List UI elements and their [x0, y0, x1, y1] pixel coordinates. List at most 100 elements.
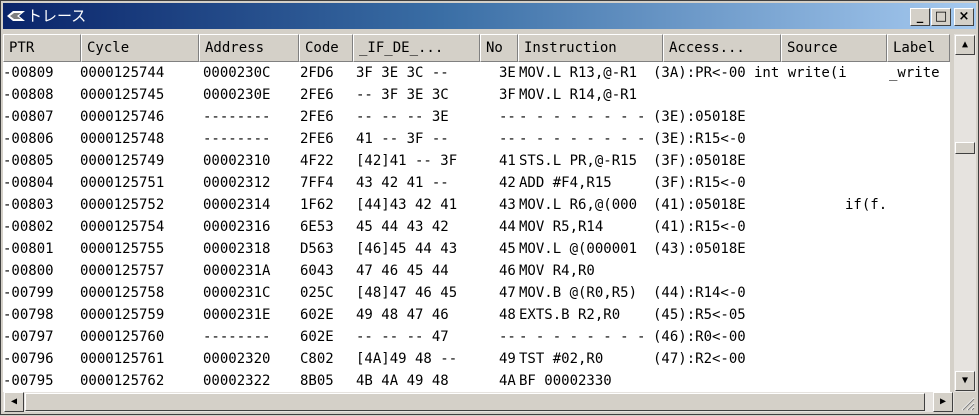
- trace-row[interactable]: -00801 0000125755 00002318 D563 [46]45 4…: [3, 238, 950, 260]
- column-header-cycle[interactable]: Cycle: [81, 34, 199, 62]
- access-cell: (3E):R15<-0: [653, 131, 746, 147]
- cycle-cell: 0000125749: [80, 153, 165, 169]
- address-cell: 00002316: [203, 219, 271, 235]
- ptr-cell: -00801: [3, 241, 54, 257]
- scroll-left-button[interactable]: ◀: [4, 392, 24, 412]
- cycle-cell: 0000125755: [80, 241, 165, 257]
- scroll-down-button[interactable]: ▼: [955, 371, 975, 391]
- trace-row[interactable]: -00802 0000125754 00002316 6E53 45 44 43…: [3, 216, 950, 238]
- access-cell: (3F):05018E: [653, 153, 746, 169]
- app-icon: [7, 11, 25, 21]
- trace-row[interactable]: -00798 0000125759 0000231E 602E 49 48 47…: [3, 304, 950, 326]
- instruction-cell: - - - - - - - -: [519, 109, 646, 125]
- scroll-right-button[interactable]: ▶: [933, 392, 953, 412]
- address-cell: 00002310: [203, 153, 271, 169]
- address-cell: 00002312: [203, 175, 271, 191]
- if-de-cell: 4B 4A 49 48: [356, 373, 449, 389]
- column-header-address[interactable]: Address: [199, 34, 299, 62]
- code-cell: 2FE6: [300, 87, 334, 103]
- column-header-instruction[interactable]: Instruction: [518, 34, 663, 62]
- close-button[interactable]: ×: [954, 8, 974, 26]
- code-cell: 7FF4: [300, 175, 334, 191]
- column-header-if-de[interactable]: _IF_DE_...: [353, 34, 480, 62]
- ptr-cell: -00805: [3, 153, 54, 169]
- resize-grip-icon: [961, 397, 975, 411]
- instruction-cell: MOV R4,R0: [519, 263, 595, 279]
- no-cell: 42: [499, 175, 516, 191]
- title-bar[interactable]: トレース _ □ ×: [3, 3, 976, 29]
- ptr-cell: -00799: [3, 285, 54, 301]
- access-cell: (44):R14<-0: [653, 285, 746, 301]
- column-header-bar: PTR Cycle Address Code _IF_DE_... No Ins…: [3, 34, 950, 62]
- column-header-code[interactable]: Code: [299, 34, 353, 62]
- horizontal-scroll-thumb[interactable]: [25, 393, 925, 411]
- column-header-no[interactable]: No: [480, 34, 518, 62]
- cycle-cell: 0000125758: [80, 285, 165, 301]
- column-header-access[interactable]: Access...: [663, 34, 781, 62]
- if-de-cell: 3F 3E 3C --: [356, 65, 449, 81]
- access-cell: (43):05018E: [653, 241, 746, 257]
- ptr-cell: -00808: [3, 87, 54, 103]
- trace-row[interactable]: -00806 0000125748 -------- 2FE6 41 -- 3F…: [3, 128, 950, 150]
- code-cell: 2FE6: [300, 109, 334, 125]
- if-de-cell: -- -- -- 3E: [356, 109, 449, 125]
- minimize-button[interactable]: _: [910, 8, 930, 26]
- trace-row[interactable]: -00809 0000125744 0000230C 2FD6 3F 3E 3C…: [3, 62, 950, 84]
- trace-row[interactable]: -00803 0000125752 00002314 1F62 [44]43 4…: [3, 194, 950, 216]
- cycle-cell: 0000125748: [80, 131, 165, 147]
- horizontal-scrollbar[interactable]: ◀ ▶: [3, 392, 954, 412]
- if-de-cell: 49 48 47 46: [356, 307, 449, 323]
- cycle-cell: 0000125744: [80, 65, 165, 81]
- column-header-label[interactable]: Label: [887, 34, 950, 62]
- trace-row[interactable]: -00796 0000125761 00002320 C802 [4A]49 4…: [3, 348, 950, 370]
- if-de-cell: -- 3F 3E 3C: [356, 87, 449, 103]
- cycle-cell: 0000125746: [80, 109, 165, 125]
- access-cell: (45):R5<-05: [653, 307, 746, 323]
- address-cell: 0000230E: [203, 87, 271, 103]
- no-cell: 4A: [499, 373, 516, 389]
- column-header-ptr[interactable]: PTR: [3, 34, 81, 62]
- address-cell: 0000231A: [203, 263, 271, 279]
- cycle-cell: 0000125759: [80, 307, 165, 323]
- cycle-cell: 0000125761: [80, 351, 165, 367]
- instruction-cell: MOV R5,R14: [519, 219, 604, 235]
- address-cell: 00002322: [203, 373, 271, 389]
- ptr-cell: -00796: [3, 351, 54, 367]
- resize-grip[interactable]: [954, 392, 976, 412]
- code-cell: 2FE6: [300, 131, 334, 147]
- code-cell: C802: [300, 351, 334, 367]
- instruction-cell: MOV.L R14,@-R1: [519, 87, 638, 103]
- trace-row[interactable]: -00805 0000125749 00002310 4F22 [42]41 -…: [3, 150, 950, 172]
- trace-window: トレース _ □ × PTR Cycle Address Code _IF_DE…: [0, 0, 979, 415]
- if-de-cell: 43 42 41 --: [356, 175, 449, 191]
- instruction-cell: MOV.L @(000001: [519, 241, 638, 257]
- trace-row[interactable]: -00808 0000125745 0000230E 2FE6 -- 3F 3E…: [3, 84, 950, 106]
- instruction-cell: STS.L PR,@-R15: [519, 153, 638, 169]
- ptr-cell: -00809: [3, 65, 54, 81]
- maximize-button[interactable]: □: [931, 8, 951, 26]
- trace-list[interactable]: -00809 0000125744 0000230C 2FD6 3F 3E 3C…: [3, 62, 950, 392]
- cycle-cell: 0000125754: [80, 219, 165, 235]
- scroll-up-button[interactable]: ▲: [955, 35, 975, 55]
- address-cell: --------: [203, 329, 271, 345]
- no-cell: 49: [499, 351, 516, 367]
- cycle-cell: 0000125751: [80, 175, 165, 191]
- column-header-source[interactable]: Source: [781, 34, 887, 62]
- trace-row[interactable]: -00807 0000125746 -------- 2FE6 -- -- --…: [3, 106, 950, 128]
- trace-row[interactable]: -00795 0000125762 00002322 8B05 4B 4A 49…: [3, 370, 950, 392]
- if-de-cell: [46]45 44 43: [356, 241, 458, 257]
- vertical-scroll-thumb[interactable]: [955, 142, 975, 154]
- trace-row[interactable]: -00804 0000125751 00002312 7FF4 43 42 41…: [3, 172, 950, 194]
- trace-row[interactable]: -00799 0000125758 0000231C 025C [48]47 4…: [3, 282, 950, 304]
- trace-row[interactable]: -00797 0000125760 -------- 602E -- -- --…: [3, 326, 950, 348]
- code-cell: 1F62: [300, 197, 334, 213]
- trace-row[interactable]: -00800 0000125757 0000231A 6043 47 46 45…: [3, 260, 950, 282]
- vertical-scrollbar[interactable]: ▲ ▼: [954, 34, 976, 392]
- instruction-cell: ADD #F4,R15: [519, 175, 612, 191]
- code-cell: 025C: [300, 285, 334, 301]
- if-de-cell: [42]41 -- 3F: [356, 153, 458, 169]
- instruction-cell: MOV.L R13,@-R1: [519, 65, 638, 81]
- ptr-cell: -00797: [3, 329, 54, 345]
- ptr-cell: -00804: [3, 175, 54, 191]
- ptr-cell: -00795: [3, 373, 54, 389]
